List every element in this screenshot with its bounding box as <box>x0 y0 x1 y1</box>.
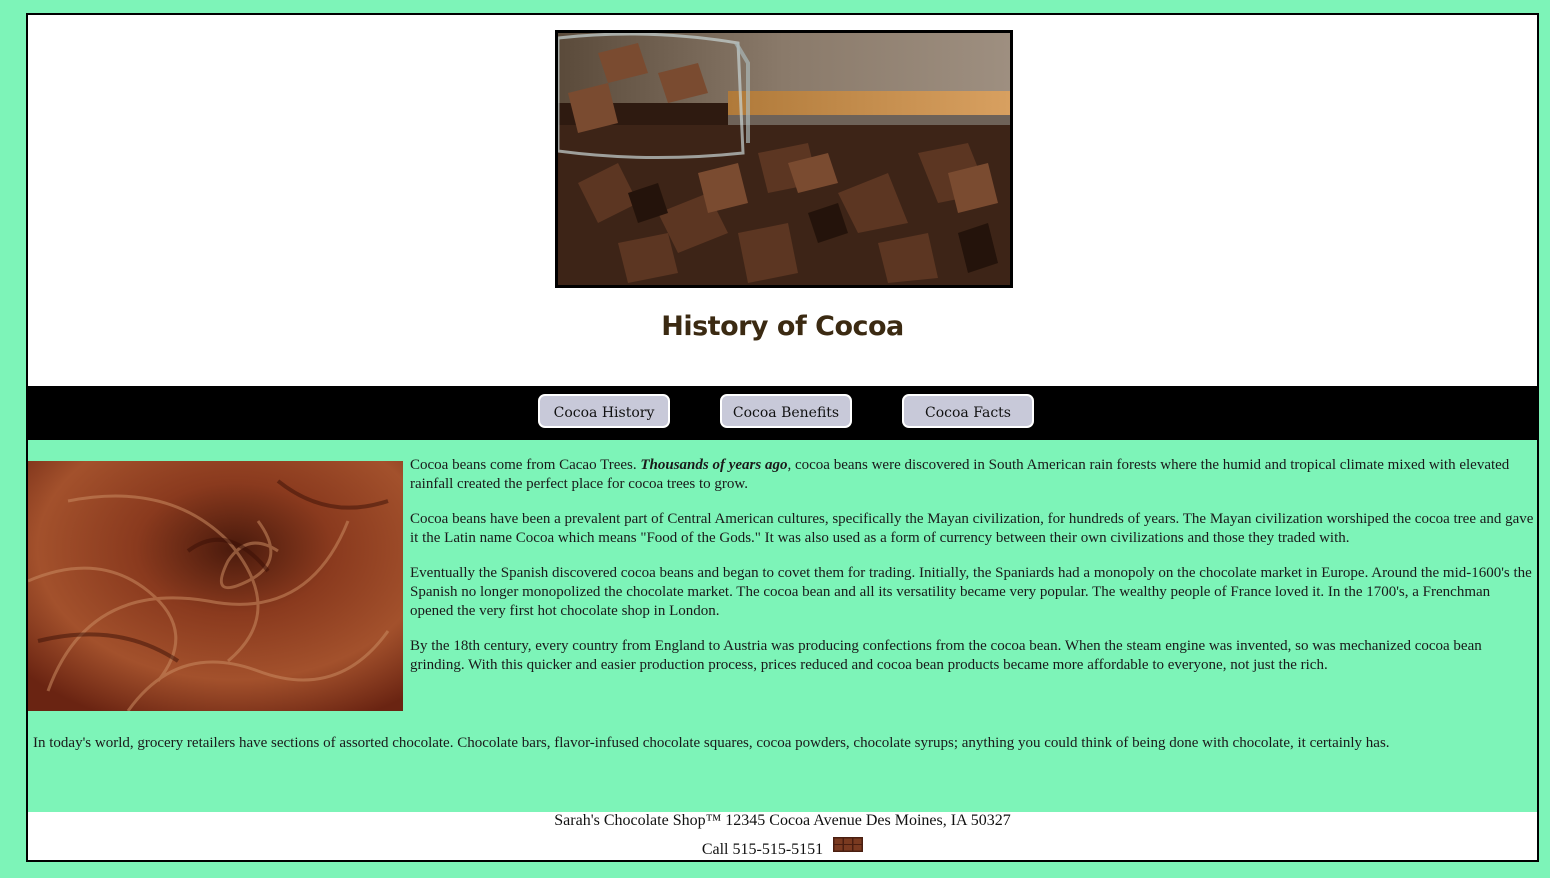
hero-image-graphic <box>558 33 1010 285</box>
nav-button-cocoa-history[interactable]: Cocoa History <box>538 394 670 428</box>
melted-chocolate-image <box>28 461 403 711</box>
main-nav: Cocoa History Cocoa Benefits Cocoa Facts <box>28 386 1537 440</box>
footer-phone-line: Call 515-515-5151 <box>28 837 1537 859</box>
paragraph-1: Cocoa beans come from Cacao Trees. Thous… <box>410 456 1537 494</box>
paragraph-4: By the 18th century, every country from … <box>410 638 1482 673</box>
footer-address: Sarah's Chocolate Shop™ 12345 Cocoa Aven… <box>554 812 1011 829</box>
paragraph-1-intro: Cocoa beans come from Cacao Trees. <box>410 457 641 473</box>
page-frame: History of Cocoa Cocoa History Cocoa Ben… <box>26 13 1539 862</box>
header: History of Cocoa <box>28 15 1537 386</box>
melted-chocolate-graphic <box>28 461 403 711</box>
paragraph-3: Eventually the Spanish discovered cocoa … <box>410 565 1532 619</box>
footer-phone: Call 515-515-5151 <box>701 841 824 858</box>
nav-button-cocoa-benefits[interactable]: Cocoa Benefits <box>720 394 852 428</box>
chocolate-bar-icon <box>833 837 864 857</box>
paragraph-1-emphasis: Thousands of years ago <box>640 457 788 473</box>
paragraph-2: Cocoa beans have been a prevalent part o… <box>410 511 1534 546</box>
paragraph-5: In today's world, grocery retailers have… <box>33 735 1390 751</box>
article-text: Cocoa beans come from Cacao Trees. Thous… <box>410 456 1537 691</box>
footer: Sarah's Chocolate Shop™ 12345 Cocoa Aven… <box>28 812 1537 860</box>
main-content: Cocoa beans come from Cacao Trees. Thous… <box>28 440 1537 812</box>
page-title: History of Cocoa <box>661 311 904 342</box>
nav-button-cocoa-facts[interactable]: Cocoa Facts <box>902 394 1034 428</box>
hero-image-chocolate-jar <box>555 30 1013 288</box>
